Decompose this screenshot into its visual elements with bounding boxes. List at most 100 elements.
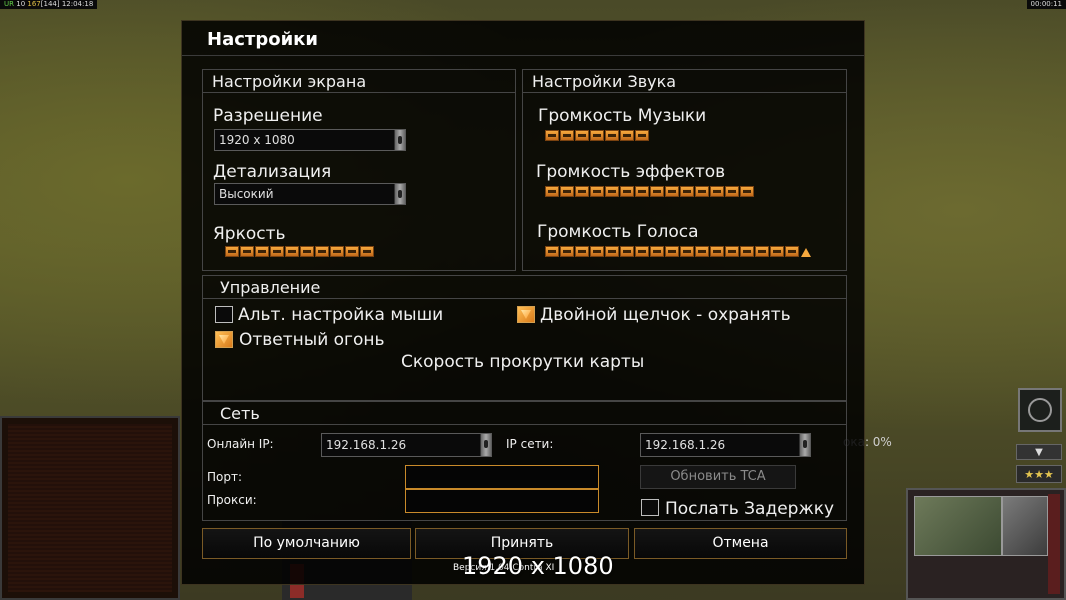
slider-segment [360, 246, 374, 257]
slider-segment [650, 246, 664, 257]
rank-stars: ★★★ [1016, 465, 1062, 483]
slider-segment [240, 246, 254, 257]
return-fire-checkbox[interactable] [215, 331, 233, 348]
alt-mouse-label: Альт. настройка мыши [238, 305, 444, 325]
dropdown-arrow-icon[interactable] [480, 434, 491, 456]
slider-segment [695, 246, 709, 257]
slider-segment [680, 186, 694, 197]
lan-ip-value: 192.168.1.26 [645, 438, 726, 452]
unit-portrait[interactable] [914, 496, 1002, 556]
slider-segment [545, 246, 559, 257]
slider-segment [545, 186, 559, 197]
hud-resources: UR 10 167[144] 12:04:18 [0, 0, 98, 9]
slider-segment [755, 246, 769, 257]
slider-segment [695, 186, 709, 197]
online-ip-value: 192.168.1.26 [326, 438, 407, 452]
slider-segment [575, 186, 589, 197]
resolution-label: Разрешение [213, 106, 323, 126]
slider-segment [590, 186, 604, 197]
slider-segment [680, 246, 694, 257]
slider-segment [620, 186, 634, 197]
network-group: Сеть Онлайн IP: 192.168.1.26 IP сети: 19… [202, 401, 847, 521]
slider-segment [225, 246, 239, 257]
scroll-speed-label: Скорость прокрутки карты [401, 352, 645, 372]
unit-portrait-secondary[interactable] [1002, 496, 1048, 556]
slider-segment [270, 246, 284, 257]
slider-segment [770, 246, 784, 257]
slider-segment [255, 246, 269, 257]
alt-mouse-checkbox[interactable] [215, 306, 233, 323]
slider-segment [590, 246, 604, 257]
slider-segment [560, 130, 574, 141]
slider-segment [725, 186, 739, 197]
slider-segment [665, 246, 679, 257]
minimap [8, 424, 172, 592]
detail-select[interactable]: Высокий [214, 183, 406, 205]
slider-segment [330, 246, 344, 257]
port-input[interactable] [405, 465, 599, 489]
lan-ip-label: IP сети: [506, 437, 554, 451]
radar-icon[interactable] [1018, 388, 1062, 432]
slider-segment [635, 186, 649, 197]
slider-segment [605, 130, 619, 141]
double-click-checkbox[interactable] [517, 306, 535, 323]
dropdown-arrow-icon[interactable] [799, 434, 810, 456]
proxy-input[interactable] [405, 489, 599, 513]
controls-group: Управление Альт. настройка мыши Двойной … [202, 275, 847, 401]
update-tca-button[interactable]: Обновить TCA [640, 465, 796, 489]
dropdown-arrow-icon[interactable] [394, 130, 405, 150]
screen-settings-header: Настройки экрана [203, 70, 515, 93]
sound-settings-header: Настройки Звука [523, 70, 846, 93]
online-ip-label: Онлайн IP: [207, 437, 274, 451]
resolution-select[interactable]: 1920 x 1080 [214, 129, 406, 151]
cancel-button[interactable]: Отмена [634, 528, 847, 559]
detail-label: Детализация [213, 162, 332, 182]
slider-segment [620, 246, 634, 257]
hud-value-b: 167 [27, 0, 41, 8]
hud-clock: 12:04:18 [61, 0, 94, 8]
slider-segment [710, 246, 724, 257]
settings-dialog: Настройки Настройки экрана Разрешение 19… [181, 20, 865, 585]
slider-segment [545, 130, 559, 141]
slider-thumb-icon[interactable] [801, 248, 811, 257]
return-fire-label: Ответный огонь [239, 330, 385, 350]
slider-segment [605, 246, 619, 257]
voice-volume-label: Громкость Голоса [537, 222, 699, 242]
music-volume-label: Громкость Музыки [538, 106, 707, 126]
slider-segment [635, 130, 649, 141]
send-delay-checkbox[interactable] [641, 499, 659, 516]
slider-segment [785, 246, 799, 257]
radar-ring [1028, 398, 1052, 422]
lan-ip-select[interactable]: 192.168.1.26 [640, 433, 811, 457]
voice-volume-slider[interactable] [545, 246, 811, 258]
detail-value: Высокий [219, 187, 274, 201]
dropdown-arrow-icon[interactable] [394, 184, 405, 204]
minimap-panel[interactable] [0, 416, 180, 600]
port-label: Порт: [207, 470, 243, 484]
double-click-label: Двойной щелчок - охранять [540, 305, 791, 325]
slider-segment [710, 186, 724, 197]
slider-segment [620, 130, 634, 141]
effects-volume-label: Громкость эффектов [536, 162, 726, 182]
slider-segment [740, 186, 754, 197]
hud-game-timer: 00:00:11 [1026, 0, 1066, 9]
slider-segment [560, 186, 574, 197]
defaults-button[interactable]: По умолчанию [202, 528, 411, 559]
online-ip-select[interactable]: 192.168.1.26 [321, 433, 492, 457]
music-volume-slider[interactable] [545, 130, 649, 142]
hud-value-c: [144] [40, 0, 60, 8]
effects-volume-slider[interactable] [545, 186, 754, 198]
slider-segment [665, 186, 679, 197]
brightness-slider[interactable] [225, 246, 374, 258]
resolution-value: 1920 x 1080 [219, 133, 295, 147]
unit-side-bar [1048, 494, 1060, 594]
slider-segment [650, 186, 664, 197]
slider-segment [560, 246, 574, 257]
proxy-label: Прокси: [207, 493, 257, 507]
slider-segment [575, 246, 589, 257]
unit-panel[interactable] [906, 488, 1066, 600]
slider-segment [345, 246, 359, 257]
slider-segment [315, 246, 329, 257]
chevron-down-icon[interactable]: ▼ [1016, 444, 1062, 460]
slider-segment [285, 246, 299, 257]
